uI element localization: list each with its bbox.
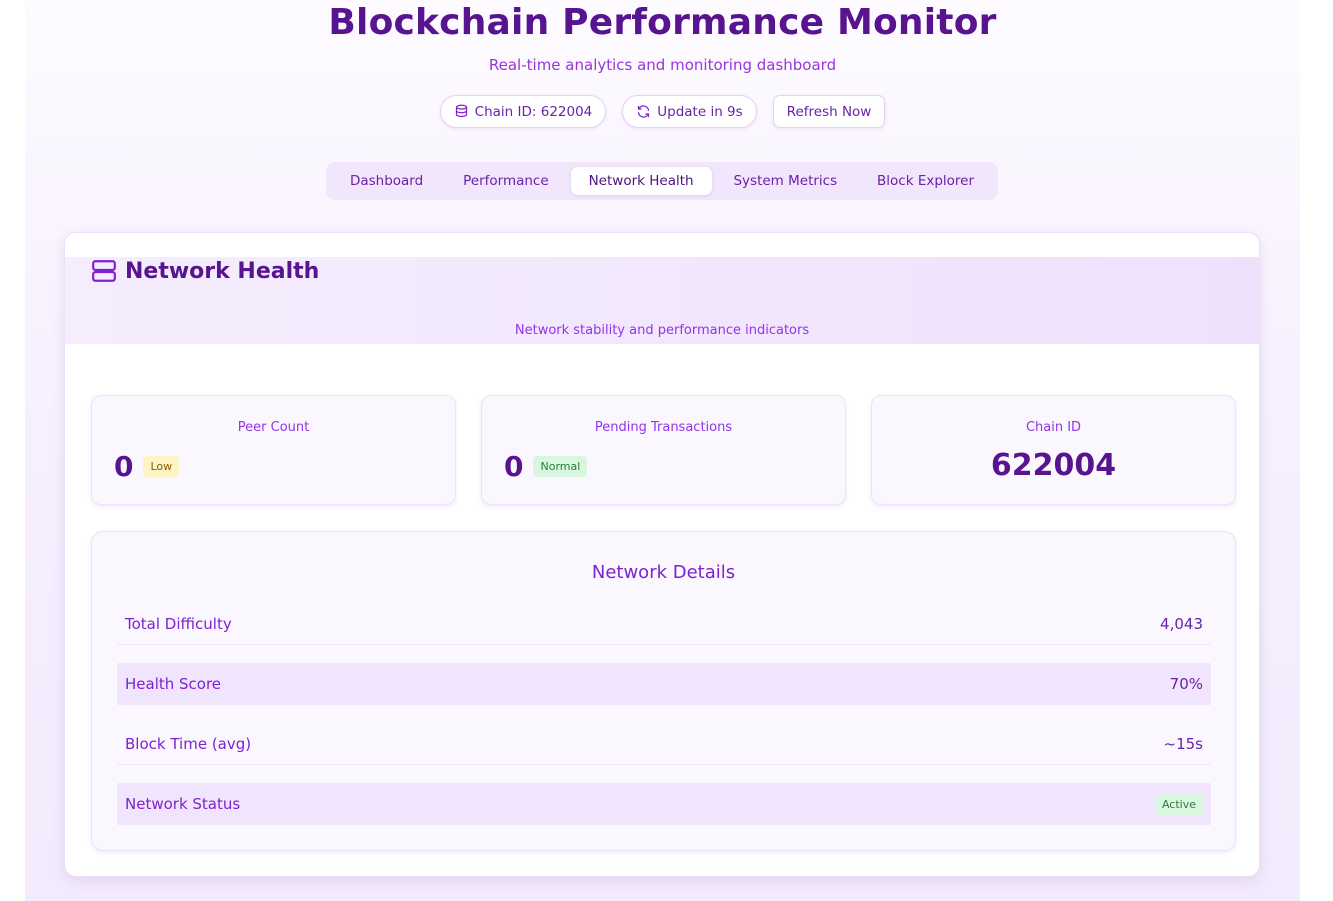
detail-row-block-time: Block Time (avg) ~15s — [117, 723, 1211, 765]
update-timer-pill: Update in 9s — [622, 95, 757, 128]
detail-value: ~15s — [1163, 734, 1203, 753]
pending-transactions-row: 0 Normal — [504, 450, 588, 483]
detail-label: Health Score — [125, 675, 222, 693]
network-status-badge: Active — [1154, 793, 1203, 815]
pending-transactions-badge: Normal — [533, 456, 588, 477]
peer-count-card: Peer Count 0 Low — [91, 395, 456, 505]
peer-count-row: 0 Low — [114, 450, 180, 483]
refresh-now-label: Refresh Now — [786, 103, 872, 120]
refresh-now-button[interactable]: Refresh Now — [772, 95, 886, 128]
network-details-title: Network Details — [591, 562, 736, 583]
pending-transactions-card: Pending Transactions 0 Normal — [481, 395, 846, 505]
card-title-text: Network Health — [125, 258, 320, 284]
card-description: Network stability and performance indica… — [514, 323, 810, 338]
card-title: Network Health — [91, 258, 319, 284]
tab-system-metrics[interactable]: System Metrics — [715, 167, 855, 195]
network-details-panel: Network Details Total Difficulty 4,043 H… — [91, 531, 1236, 851]
detail-row-total-difficulty: Total Difficulty 4,043 — [117, 603, 1211, 645]
detail-value: 4,043 — [1160, 614, 1203, 633]
chain-id-label: Chain ID: 622004 — [474, 103, 593, 120]
pending-transactions-value: 0 — [504, 450, 524, 483]
database-icon — [455, 104, 467, 118]
chain-id-pill: Chain ID: 622004 — [439, 95, 607, 128]
pending-transactions-label: Pending Transactions — [594, 420, 733, 435]
detail-row-health-score: Health Score 70% — [117, 663, 1211, 705]
server-icon — [92, 260, 116, 282]
peer-count-value: 0 — [114, 450, 134, 483]
chain-id-card-label: Chain ID — [1025, 420, 1082, 435]
peer-count-label: Peer Count — [237, 420, 310, 435]
detail-label: Block Time (avg) — [125, 734, 252, 753]
page-title: Blockchain Performance Monitor — [328, 2, 997, 43]
tab-network-health[interactable]: Network Health — [570, 167, 712, 195]
network-health-card: Network stability and performance indica… — [64, 232, 1260, 877]
page-subtitle: Real-time analytics and monitoring dashb… — [488, 56, 837, 74]
header-actions: Chain ID: 622004 Update in 9s Refresh No… — [25, 95, 1300, 128]
update-label: Update in 9s — [657, 103, 743, 120]
tab-bar: Dashboard Performance Network Health Sys… — [326, 162, 998, 200]
chain-id-card-value: 622004 — [990, 448, 1117, 483]
refresh-icon — [638, 105, 650, 118]
detail-label: Total Difficulty — [125, 614, 232, 633]
chain-id-card: Chain ID 622004 — [871, 395, 1236, 505]
tab-block-explorer[interactable]: Block Explorer — [859, 167, 992, 195]
tab-performance[interactable]: Performance — [445, 167, 567, 195]
detail-label: Network Status — [125, 795, 241, 813]
page: Blockchain Performance Monitor Real-time… — [25, 0, 1300, 901]
detail-row-network-status: Network Status Active — [117, 783, 1211, 825]
peer-count-badge: Low — [143, 456, 180, 477]
tab-dashboard[interactable]: Dashboard — [332, 167, 441, 195]
detail-value: 70% — [1169, 675, 1203, 693]
